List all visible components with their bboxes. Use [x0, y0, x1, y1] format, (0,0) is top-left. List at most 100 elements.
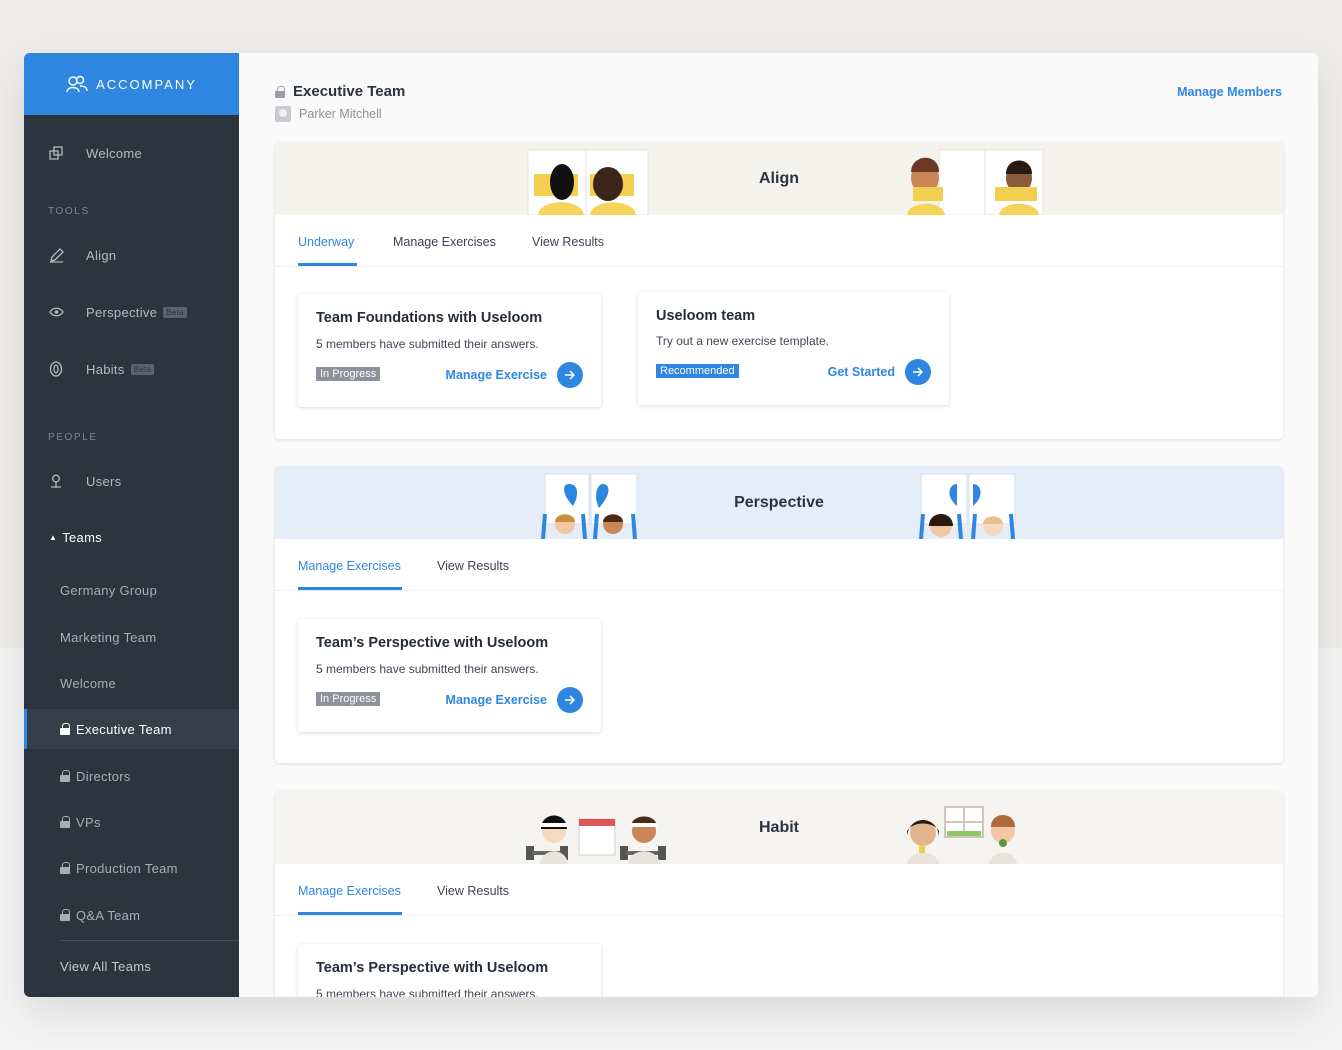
manage-exercise-button[interactable]: Manage Exercise [446, 687, 583, 713]
exercise-description: Try out a new exercise template. [656, 334, 829, 348]
window-icon [48, 145, 64, 161]
tab-underway[interactable]: Underway [298, 235, 354, 249]
perspective-section: Perspective Manage Exercises View Result… [275, 466, 1283, 763]
align-illustration-right [907, 149, 1044, 215]
tab-view-results[interactable]: View Results [437, 884, 509, 898]
action-label: Manage Exercise [445, 693, 547, 707]
perspective-illustration-left [541, 473, 638, 539]
team-item-marketing-team[interactable]: Marketing Team [24, 617, 239, 657]
teams-toggle[interactable]: ▲ Teams [24, 530, 239, 545]
manage-members-link[interactable]: Manage Members [1177, 85, 1282, 99]
tab-manage-exercises[interactable]: Manage Exercises [393, 235, 496, 249]
team-item-germany-group[interactable]: Germany Group [24, 570, 239, 610]
sidebar-item-habits[interactable]: Habits Beta [24, 361, 239, 377]
tab-manage-exercises[interactable]: Manage Exercises [298, 559, 401, 573]
team-label: Germany Group [60, 582, 158, 598]
avatar [275, 106, 291, 122]
sidebar-item-label: Perspective [86, 304, 158, 320]
user-icon [48, 473, 64, 489]
tab-manage-exercises[interactable]: Manage Exercises [298, 884, 401, 898]
people-logo-icon [66, 75, 88, 93]
tab-view-results[interactable]: View Results [532, 235, 604, 249]
sidebar-item-users[interactable]: Users [24, 473, 239, 489]
perspective-banner: Perspective [275, 466, 1283, 539]
team-label: VPs [76, 814, 101, 830]
beta-badge: Beta [163, 306, 187, 318]
habit-banner: Habit [275, 791, 1283, 864]
action-label: Manage Exercise [445, 368, 547, 382]
habit-illustration-right [906, 806, 1017, 864]
lock-icon [60, 723, 70, 735]
sidebar-item-align[interactable]: Align [24, 247, 239, 263]
sidebar-item-perspective[interactable]: Perspective Beta [24, 304, 239, 320]
lock-icon [60, 909, 70, 921]
team-label: Welcome [60, 675, 117, 691]
exercise-card: Team Foundations with Useloom 5 members … [298, 294, 601, 407]
arrow-right-icon[interactable] [905, 359, 931, 385]
page-title-text: Executive Team [293, 83, 406, 100]
section-title: Align [759, 169, 799, 187]
exercise-title: Useloom team [656, 308, 756, 324]
align-banner: Align [275, 142, 1283, 215]
team-item-executive-team[interactable]: Executive Team [24, 709, 239, 749]
align-section: Align Underway Manage Exercises View Res… [275, 142, 1283, 439]
team-owner: Parker Mitchell [275, 106, 382, 122]
habit-tabs: Manage Exercises View Results [275, 864, 1283, 916]
tab-view-results[interactable]: View Results [437, 559, 509, 573]
habit-section: Habit Manage Exercises View Results Team… [275, 791, 1283, 997]
brand-name: ACCOMPANY [96, 76, 197, 92]
lock-icon [60, 816, 70, 828]
exercise-description: 5 members have submitted their answers. [316, 987, 539, 997]
team-item-production-team[interactable]: Production Team [24, 848, 239, 888]
get-started-button[interactable]: Get Started [828, 359, 931, 385]
tools-heading: TOOLS [48, 206, 90, 217]
sidebar-item-label: Align [86, 247, 117, 263]
active-tab-indicator [298, 263, 357, 266]
team-item-vps[interactable]: VPs [24, 802, 239, 842]
exercise-description: 5 members have submitted their answers. [316, 337, 539, 351]
manage-exercise-button[interactable]: Manage Exercise [446, 362, 583, 388]
exercise-card: Team’s Perspective with Useloom 5 member… [298, 619, 601, 732]
sidebar-divider [60, 940, 239, 941]
exercise-title: Team’s Perspective with Useloom [316, 960, 549, 976]
perspective-illustration-right [919, 473, 1016, 539]
arrow-right-icon[interactable] [557, 362, 583, 388]
action-label: Get Started [827, 365, 895, 379]
exercise-card: Team’s Perspective with Useloom 5 member… [298, 944, 601, 997]
sidebar-item-label: Users [86, 473, 122, 489]
sidebar-item-label: Habits [86, 361, 125, 377]
perspective-tabs: Manage Exercises View Results [275, 539, 1283, 591]
lock-icon [60, 770, 70, 782]
sidebar-item-welcome[interactable]: Welcome [24, 145, 239, 161]
caret-up-icon: ▲ [49, 533, 58, 542]
align-illustration-left [527, 149, 649, 215]
brand-header[interactable]: ACCOMPANY [24, 53, 239, 115]
lock-icon [275, 85, 285, 98]
arrow-right-icon[interactable] [557, 687, 583, 713]
active-tab-indicator [298, 587, 402, 590]
team-label: Directors [76, 768, 131, 784]
view-all-teams-link[interactable]: View All Teams [24, 946, 239, 986]
team-item-directors[interactable]: Directors [24, 756, 239, 796]
status-badge: Recommended [656, 364, 739, 378]
main-content: Executive Team Parker Mitchell Manage Me… [239, 53, 1318, 997]
beta-badge: Beta [130, 363, 155, 375]
sidebar-item-label: Welcome [86, 145, 143, 161]
owner-name: Parker Mitchell [299, 107, 382, 121]
status-badge: In Progress [316, 692, 381, 706]
status-badge: In Progress [316, 367, 381, 381]
exercise-description: 5 members have submitted their answers. [316, 662, 539, 676]
team-item-welcome[interactable]: Welcome [24, 663, 239, 703]
team-item-qa-team[interactable]: Q&A Team [24, 895, 239, 935]
people-heading: PEOPLE [48, 432, 98, 443]
target-icon [48, 361, 64, 377]
habit-illustration-left [526, 815, 666, 864]
pencil-icon [48, 247, 64, 263]
team-label: Marketing Team [60, 629, 157, 645]
lock-icon [60, 862, 70, 874]
eye-icon [48, 304, 64, 320]
app-window: ACCOMPANY Welcome TOOLS Align Perspectiv… [24, 53, 1318, 997]
team-label: Q&A Team [76, 907, 141, 923]
exercise-title: Team’s Perspective with Useloom [316, 635, 549, 651]
section-title: Habit [759, 818, 799, 836]
